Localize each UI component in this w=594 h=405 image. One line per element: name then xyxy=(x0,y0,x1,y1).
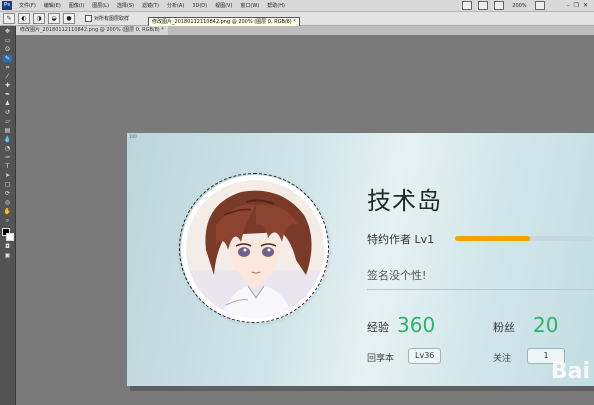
signature-underline xyxy=(367,289,594,290)
minimize-icon[interactable]: – xyxy=(567,2,570,9)
lasso-tool-icon[interactable]: ʘ xyxy=(3,46,12,53)
3d-camera-tool-icon[interactable]: ◎ xyxy=(3,199,12,206)
brush-tool-icon[interactable]: ✒ xyxy=(3,91,12,98)
zoom-level[interactable]: 200% xyxy=(510,3,528,9)
screen-mode-icon[interactable] xyxy=(534,1,545,10)
background-color-swatch[interactable] xyxy=(6,233,14,241)
menu-select[interactable]: 选择(S) xyxy=(113,2,138,9)
document-canvas[interactable]: 100 技术岛 特约作者 Lv1 签名没个性! 经验 360 粉丝 20 回享本… xyxy=(127,133,594,386)
path-selection-tool-icon[interactable]: ➤ xyxy=(3,172,12,179)
fans-value: 20 xyxy=(533,313,559,337)
3d-rotate-tool-icon[interactable]: ⟳ xyxy=(3,190,12,197)
sample-all-layers-label: 对所有图层取样 xyxy=(94,16,130,22)
quick-selection-tool-icon[interactable]: ✎ xyxy=(3,55,12,62)
selection-marquee xyxy=(179,173,329,323)
menu-analysis[interactable]: 分析(A) xyxy=(163,2,188,9)
quick-select-tool-icon[interactable]: ✎ xyxy=(3,13,15,24)
add-to-selection-icon[interactable]: ◑ xyxy=(33,13,45,24)
crop-tool-icon[interactable]: ⌗ xyxy=(3,64,12,71)
exp-label: 经验 xyxy=(367,321,389,334)
menu-window[interactable]: 窗口(W) xyxy=(236,2,263,9)
level-label: 特约作者 Lv1 xyxy=(367,233,435,246)
photoshop-logo: Ps xyxy=(2,1,12,10)
document-tab[interactable]: 修改图片_20180112110842.png @ 200% (图层 0, RG… xyxy=(16,26,168,35)
level-progress-fill xyxy=(455,236,531,241)
blur-tool-icon[interactable]: 💧 xyxy=(3,136,12,143)
hand-tool-icon[interactable]: ✋ xyxy=(3,208,12,215)
menu-layer[interactable]: 图层(L) xyxy=(88,2,113,9)
exp-value: 360 xyxy=(397,313,436,337)
brush-size-icon[interactable]: ● xyxy=(63,13,75,24)
document-tab-bar: 修改图片_20180112110842.png @ 200% (图层 0, RG… xyxy=(16,26,594,35)
type-tool-icon[interactable]: T xyxy=(3,163,12,170)
move-tool-icon[interactable]: ✥ xyxy=(3,28,12,35)
menu-image[interactable]: 图像(I) xyxy=(65,2,88,9)
menu-help[interactable]: 帮助(H) xyxy=(263,2,289,9)
screen-mode-tool-icon[interactable]: ▣ xyxy=(3,252,12,259)
gradient-tool-icon[interactable]: ▤ xyxy=(3,127,12,134)
profile-name: 技术岛 xyxy=(367,187,442,215)
sample-all-layers-checkbox[interactable] xyxy=(85,15,92,22)
marquee-tool-icon[interactable]: ▭ xyxy=(3,37,12,44)
menu-3d[interactable]: 3D(D) xyxy=(188,3,211,9)
new-selection-icon[interactable]: ◐ xyxy=(18,13,30,24)
close-icon[interactable]: ✕ xyxy=(583,2,588,9)
subtract-selection-icon[interactable]: ◒ xyxy=(48,13,60,24)
zoom-tool-icon[interactable]: ⌕ xyxy=(3,217,12,224)
arrange-icon[interactable] xyxy=(494,1,505,10)
menu-bar: Ps 文件(F) 编辑(E) 图像(I) 图层(L) 选择(S) 滤镜(T) 分… xyxy=(0,0,594,12)
bridge-icon[interactable] xyxy=(462,1,473,10)
restore-icon[interactable]: ❐ xyxy=(574,2,579,9)
sample-all-layers-option[interactable]: 对所有图层取样 xyxy=(85,15,129,22)
eraser-tool-icon[interactable]: ▱ xyxy=(3,118,12,125)
eyedropper-tool-icon[interactable]: ⁄ xyxy=(3,73,12,80)
watermark-text: Bai xyxy=(550,359,590,384)
follow-label: 关注 xyxy=(493,354,512,364)
dodge-tool-icon[interactable]: ◔ xyxy=(3,145,12,152)
signature-text: 签名没个性! xyxy=(367,269,427,282)
clone-stamp-tool-icon[interactable]: ♟ xyxy=(3,100,12,107)
menu-file[interactable]: 文件(F) xyxy=(15,2,40,9)
quick-mask-icon[interactable]: ◘ xyxy=(3,243,12,250)
reward-badge: Lv36 xyxy=(408,348,442,364)
menu-view[interactable]: 视图(V) xyxy=(211,2,236,9)
reward-label: 回享本 xyxy=(367,354,395,364)
level-progress-bar xyxy=(455,236,594,241)
menu-filter[interactable]: 滤镜(T) xyxy=(138,2,163,9)
tools-panel: ✥ ▭ ʘ ✎ ⌗ ⁄ ✚ ✒ ♟ ↺ ▱ ▤ 💧 ◔ ✑ T ➤ ▢ ⟳ ◎ … xyxy=(0,26,16,405)
minibridge-icon[interactable] xyxy=(478,1,489,10)
history-brush-tool-icon[interactable]: ↺ xyxy=(3,109,12,116)
shape-tool-icon[interactable]: ▢ xyxy=(3,181,12,188)
fans-label: 粉丝 xyxy=(493,321,515,334)
menu-edit[interactable]: 编辑(E) xyxy=(40,2,65,9)
healing-brush-tool-icon[interactable]: ✚ xyxy=(3,82,12,89)
canvas-ruler-label: 100 xyxy=(129,134,137,139)
pen-tool-icon[interactable]: ✑ xyxy=(3,154,12,161)
